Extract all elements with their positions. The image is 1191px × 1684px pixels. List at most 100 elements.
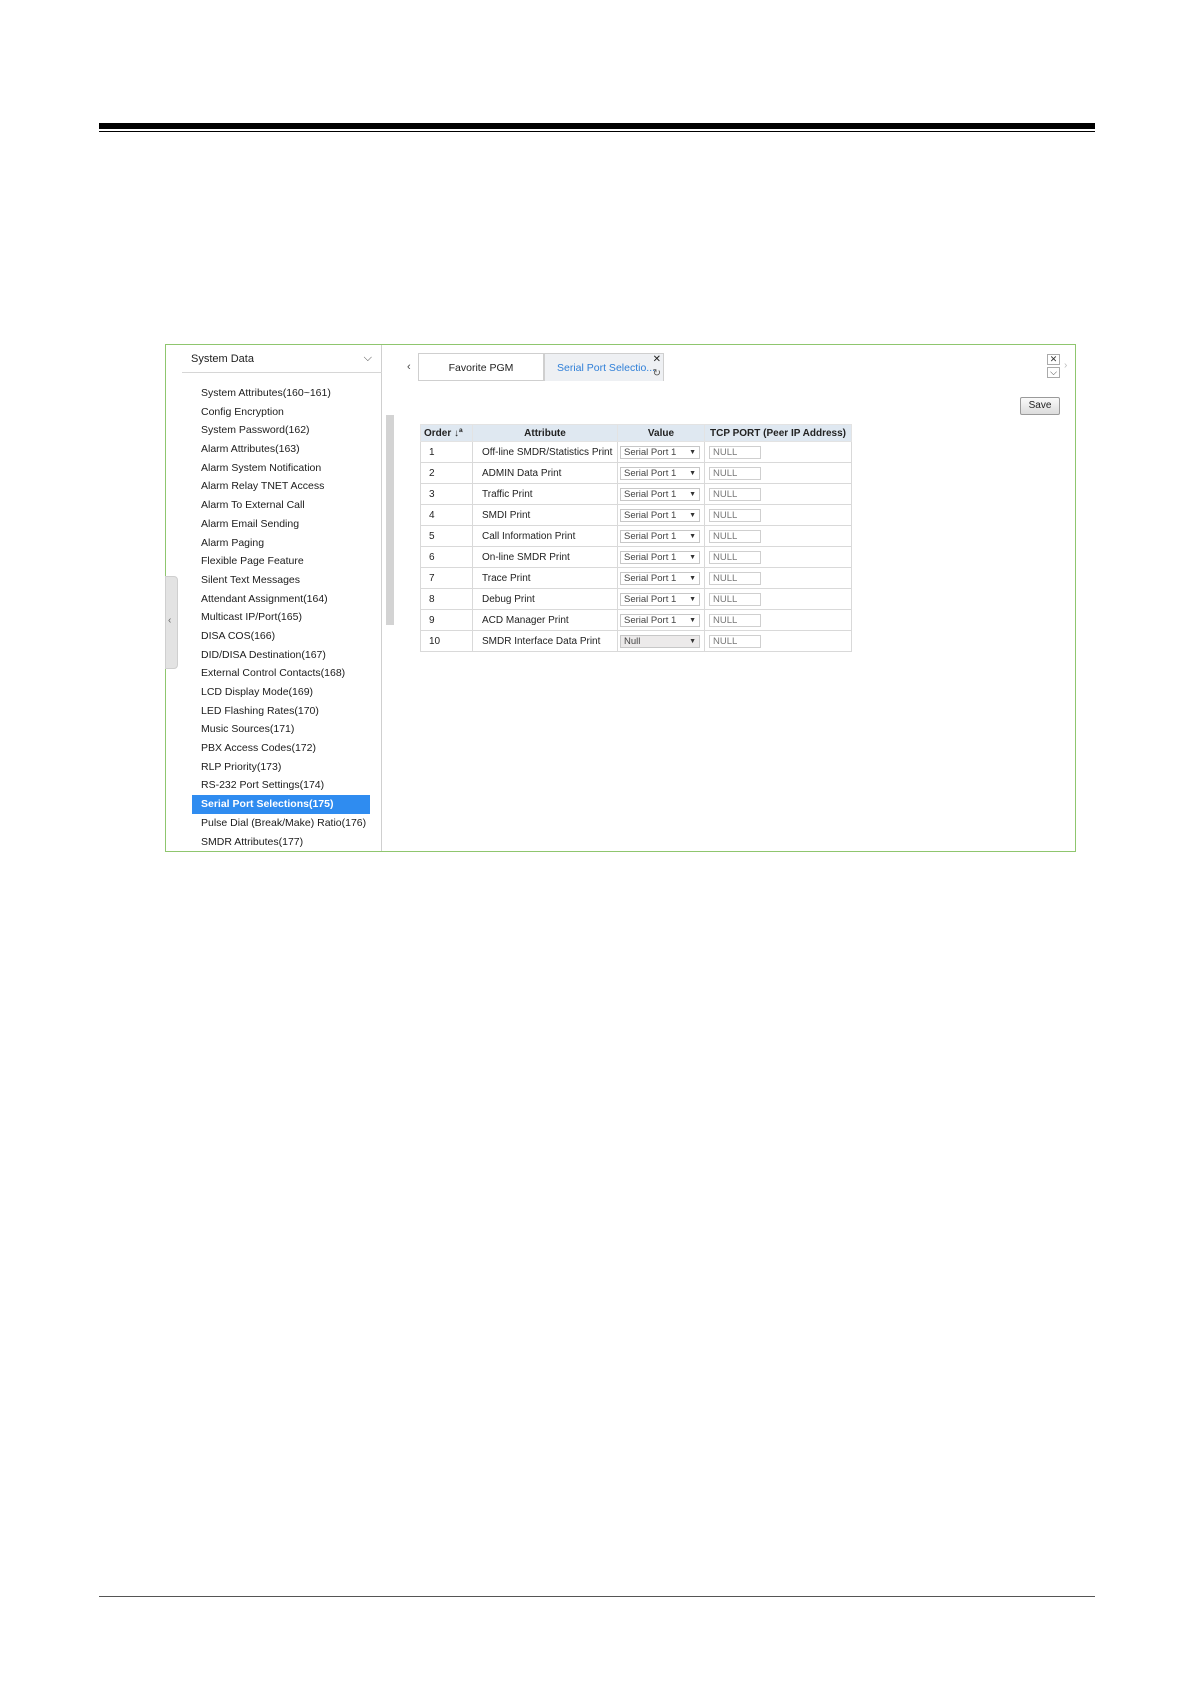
tcp-port-input[interactable]: NULL <box>709 634 761 648</box>
sidebar-item[interactable]: Alarm System Notification <box>192 459 370 478</box>
sidebar-item[interactable]: DISA COS(166) <box>192 627 370 646</box>
value-select-text: Serial Port 1 <box>624 467 677 479</box>
cell-order: 6 <box>420 546 473 568</box>
cell-tcp-port: NULL <box>704 630 852 652</box>
page-top-rule <box>99 123 1095 129</box>
cell-order: 9 <box>420 609 473 631</box>
sidebar-item[interactable]: Alarm Paging <box>192 534 370 553</box>
tcp-port-input[interactable]: NULL <box>709 466 761 480</box>
tcp-port-input[interactable]: NULL <box>709 529 761 543</box>
column-header-order[interactable]: Order ↓ª <box>420 424 473 442</box>
value-select[interactable]: Serial Port 1 ▼ <box>620 550 700 564</box>
value-select[interactable]: Serial Port 1 ▼ <box>620 466 700 480</box>
tcp-port-input[interactable]: NULL <box>709 508 761 522</box>
page-top-rule-thin <box>99 131 1095 132</box>
dropdown-arrow-icon: ▼ <box>689 448 696 456</box>
sidebar-item[interactable]: LED Flashing Rates(170) <box>192 702 370 721</box>
sort-icon[interactable]: ↓ª <box>454 428 463 439</box>
dropdown-arrow-icon: ▼ <box>689 553 696 561</box>
sidebar-item[interactable]: System Attributes(160~161) <box>192 384 370 403</box>
sidebar-item[interactable]: Serial Port Selections(175) <box>192 795 370 814</box>
tab-list-chevron-icon[interactable]: ⌵ <box>1047 367 1060 378</box>
sidebar-item[interactable]: System Password(162) <box>192 421 370 440</box>
sidebar-item[interactable]: Multicast IP/Port(165) <box>192 608 370 627</box>
tcp-port-input[interactable]: NULL <box>709 487 761 501</box>
sidebar-item[interactable]: Alarm To External Call <box>192 496 370 515</box>
value-select-text: Null <box>624 635 641 647</box>
tcp-port-input[interactable]: NULL <box>709 550 761 564</box>
close-tab-icon[interactable]: ✕ <box>653 354 661 365</box>
sidebar-item[interactable]: RLP Priority(173) <box>192 758 370 777</box>
tcp-port-input[interactable]: NULL <box>709 613 761 627</box>
sidebar: System Data ⌵ System Attributes(160~161)… <box>182 345 394 852</box>
tab-favorite-label: Favorite PGM <box>448 362 514 374</box>
dropdown-arrow-icon: ▼ <box>689 532 696 540</box>
sidebar-item[interactable]: Config Encryption <box>192 403 370 422</box>
value-select-text: Serial Port 1 <box>624 530 677 542</box>
value-select-text: Serial Port 1 <box>624 446 677 458</box>
cell-attribute: SMDR Interface Data Print <box>472 630 618 652</box>
value-select[interactable]: Serial Port 1 ▼ <box>620 592 700 606</box>
tab-scroll-right-icon[interactable]: › <box>1064 360 1067 371</box>
sidebar-item[interactable]: PBX Access Codes(172) <box>192 739 370 758</box>
cell-tcp-port: NULL <box>704 609 852 631</box>
value-select-text: Serial Port 1 <box>624 593 677 605</box>
sidebar-item[interactable]: Silent Text Messages <box>192 571 370 590</box>
value-select-text: Serial Port 1 <box>624 509 677 521</box>
tab-serial-port-selections[interactable]: Serial Port Selectio... ✕ ↻ <box>544 353 664 381</box>
value-select-text: Serial Port 1 <box>624 572 677 584</box>
serial-port-table: Order ↓ª Attribute Value TCP PORT (Peer … <box>420 424 852 652</box>
value-select[interactable]: Serial Port 1 ▼ <box>620 487 700 501</box>
sidebar-dropdown[interactable]: System Data ⌵ <box>182 345 382 373</box>
sidebar-item[interactable]: Attendant Assignment(164) <box>192 590 370 609</box>
sidebar-item[interactable]: DID/DISA Destination(167) <box>192 646 370 665</box>
sidebar-item[interactable]: SMDR Attributes(177) <box>192 833 370 852</box>
sidebar-item[interactable]: External Control Contacts(168) <box>192 664 370 683</box>
table-row: 6 On-line SMDR Print Serial Port 1 ▼ NULL <box>420 546 852 568</box>
column-header-value: Value <box>617 424 705 442</box>
table-row: 10 SMDR Interface Data Print Null ▼ NULL <box>420 630 852 652</box>
cell-order: 3 <box>420 483 473 505</box>
cell-value: Serial Port 1 ▼ <box>617 588 705 610</box>
table-row: 3 Traffic Print Serial Port 1 ▼ NULL <box>420 483 852 505</box>
sidebar-item[interactable]: Alarm Relay TNET Access <box>192 477 370 496</box>
dropdown-arrow-icon: ▼ <box>689 595 696 603</box>
value-select[interactable]: Serial Port 1 ▼ <box>620 613 700 627</box>
tab-favorite-pgm[interactable]: Favorite PGM <box>418 353 544 381</box>
cell-attribute: Debug Print <box>472 588 618 610</box>
sidebar-item[interactable]: Music Sources(171) <box>192 720 370 739</box>
cell-tcp-port: NULL <box>704 483 852 505</box>
table-header-row: Order ↓ª Attribute Value TCP PORT (Peer … <box>420 424 852 442</box>
value-select[interactable]: Serial Port 1 ▼ <box>620 529 700 543</box>
sidebar-item[interactable]: RS-232 Port Settings(174) <box>192 776 370 795</box>
app-screenshot-frame: ‹ System Data ⌵ System Attributes(160~16… <box>165 344 1076 852</box>
table-row: 5 Call Information Print Serial Port 1 ▼ NUL… <box>420 525 852 547</box>
cell-order: 1 <box>420 441 473 463</box>
value-select[interactable]: Serial Port 1 ▼ <box>620 508 700 522</box>
tab-scroll-left-icon[interactable]: ‹ <box>407 361 411 373</box>
refresh-icon[interactable]: ↻ <box>653 368 661 379</box>
close-all-icon[interactable]: ✕ <box>1047 354 1060 365</box>
cell-value: Serial Port 1 ▼ <box>617 567 705 589</box>
sidebar-item[interactable]: Alarm Attributes(163) <box>192 440 370 459</box>
sidebar-item[interactable]: Pulse Dial (Break/Make) Ratio(176) <box>192 814 370 833</box>
cell-tcp-port: NULL <box>704 441 852 463</box>
value-select[interactable]: Serial Port 1 ▼ <box>620 571 700 585</box>
sidebar-scrollbar[interactable] <box>386 415 394 625</box>
cell-attribute: ACD Manager Print <box>472 609 618 631</box>
tab-serial-label: Serial Port Selectio... <box>557 362 656 374</box>
value-select-text: Serial Port 1 <box>624 614 677 626</box>
sidebar-item[interactable]: Flexible Page Feature <box>192 552 370 571</box>
sidebar-item[interactable]: LCD Display Mode(169) <box>192 683 370 702</box>
sidebar-collapse-handle[interactable]: ‹ <box>165 576 178 669</box>
cell-tcp-port: NULL <box>704 504 852 526</box>
value-select[interactable]: Null ▼ <box>620 634 700 648</box>
tcp-port-input[interactable]: NULL <box>709 571 761 585</box>
value-select[interactable]: Serial Port 1 ▼ <box>620 445 700 459</box>
sidebar-item[interactable]: Alarm Email Sending <box>192 515 370 534</box>
save-button[interactable]: Save <box>1020 397 1060 415</box>
cell-order: 5 <box>420 525 473 547</box>
tcp-port-input[interactable]: NULL <box>709 592 761 606</box>
tcp-port-input[interactable]: NULL <box>709 445 761 459</box>
page-bottom-rule <box>99 1596 1095 1597</box>
